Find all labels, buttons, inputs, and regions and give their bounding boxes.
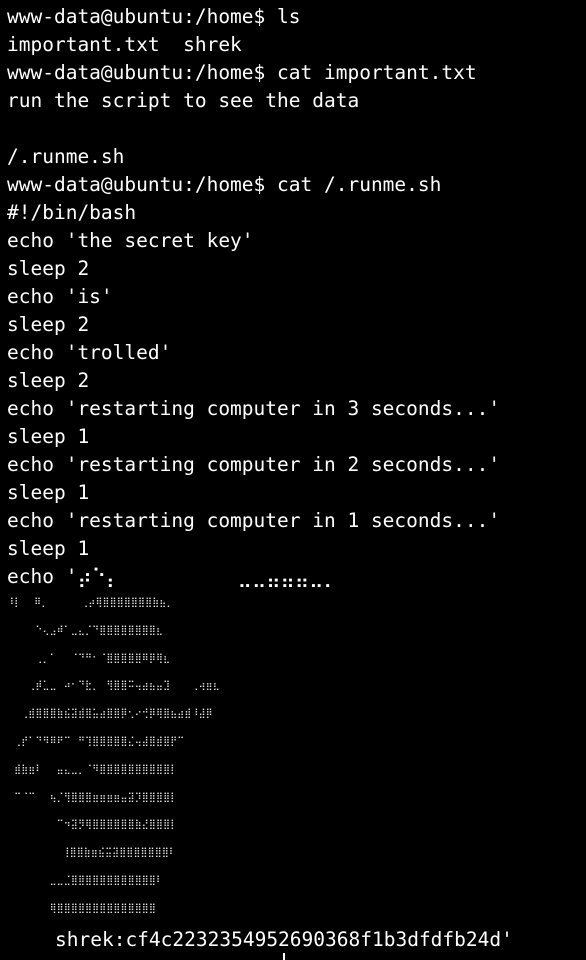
text-cursor (283, 953, 285, 960)
art-line: ⠀⠀⠀⠀⠑⢄⣠⠾⠁⣀⣄⡈⠙⣿⣿⣿⣿⣿⣿⣿⣿⣆ (7, 624, 164, 636)
script-line: echo 'is' (7, 285, 113, 308)
output-line: important.txt shrek (7, 33, 242, 56)
script-line: sleep 1 (7, 425, 90, 448)
art-line: ⠀⠀⠀⢀⡾⣁⣀⠀⠴⠂⠙⣗⡀⠀⢻⣿⣿⠭⢤⣴⣦⣤⣹⠀⠀⠀⢀⢴⣶⣆ (7, 680, 220, 692)
script-line: echo 'restarting computer in 2 seconds..… (7, 453, 501, 476)
script-line: echo 'restarting computer in 1 seconds..… (7, 509, 501, 532)
art-line: ⠀⠀⠀⠀⠀⠀⣀⣀⣈⣿⣿⣿⣿⣿⣿⣿⣿⣿⣿⣿⣿⠇ (7, 874, 164, 886)
prompt-line: www-data@ubuntu:/home$ cat important.txt (7, 61, 477, 84)
secret-key-line: shrek:cf4c2232354952690368f1b3dfdfb24d' (55, 928, 513, 951)
terminal-window[interactable]: www-data@ubuntu:/home$ ls important.txt … (0, 0, 586, 960)
art-line: ⠀⠀⠀⠀⠀⠀⠀⠉⠲⣽⡻⢿⣿⣿⣿⣿⣿⣿⣷⣜⣿⣿⣿⡇ (7, 819, 178, 831)
script-line: sleep 1 (7, 537, 90, 560)
prompt-line: www-data@ubuntu:/home$ ls (7, 5, 301, 28)
art-line: ⠀⠀⠀⠀⠀⠀⢿⣿⣿⣿⣿⣿⣿⣿⣿⣿⣿⣿⣿⣿⣿ (7, 902, 157, 914)
script-echo-art-line: echo '⡴⠑⡄ ⣀⣀⣤⣤⣤⣀⡀ (7, 565, 338, 588)
shrek-ascii-art: ⠸⡇ ⠀⠿⡀ ⠀ ⠀⠀⢀⡴⢿⣿⣿⣿⣿⣿⣿⣿⣷⣦⡀ ⠀⠀⠀⠀⠑⢄⣠⠾⠁⣀⣄⡈⠙⣿⣿… (7, 589, 586, 944)
script-line: echo 'trolled' (7, 341, 172, 364)
art-line: ⠀⢀⡞⠁⠙⠻⠿⠟⠉⠀⠛⢹⣿⣿⣿⣿⣿⣌⢤⣼⣿⣾⣿⡟⠉ (7, 735, 185, 747)
prompt-line: www-data@ubuntu:/home$ cat /.runme.sh (7, 173, 442, 196)
art-line: ⠀⠉⠈⠉⠀⠀⢦⡈⢻⣿⣿⣿⣶⣶⣶⣶⣤⣽⡹⣿⣿⣿⣿⡇ (7, 791, 178, 803)
script-line: #!/bin/bash (7, 201, 137, 224)
script-line: sleep 2 (7, 369, 90, 392)
art-line: ⠀⠀⠀⠀⢀⡀⠁⠀⠀⠈⠙⠛⠂⠈⣿⣿⣿⣿⣿⠿⡿⢿⣆ (7, 652, 171, 664)
terminal-output: www-data@ubuntu:/home$ ls important.txt … (7, 3, 586, 944)
script-line: echo 'the secret key' (7, 229, 254, 252)
output-line: /.runme.sh (7, 145, 125, 168)
art-line: ⠸⡇ ⠀⠿⡀ ⠀ ⠀⠀⢀⡴⢿⣿⣿⣿⣿⣿⣿⣿⣷⣦⡀ (7, 597, 174, 608)
output-line: run the script to see the data (7, 89, 360, 112)
art-line: ⠀⠀⢀⣾⣿⣿⣿⣷⣮⣽⣾⣿⣥⣴⣿⣿⡿⢂⠔⢚⡿⢿⣿⣦⣴⣾⠸⣼⡿ (7, 708, 213, 720)
script-line: sleep 1 (7, 481, 90, 504)
art-line: ⠀⣾⣷⣶⠇⠀⠀⣤⣄⣀⡀⠈⠻⣿⣿⣿⣿⣿⣿⣿⣿⣿⣿⡇ (7, 763, 178, 775)
script-line: sleep 2 (7, 313, 90, 336)
script-line: sleep 2 (7, 257, 90, 280)
script-line: echo 'restarting computer in 3 seconds..… (7, 397, 501, 420)
art-line: ⠀⠀ ⠀⠀⠀⠀⠀⢸⣿⣿⣷⣶⣮⣭⣽⣿⣿⣿⣿⣿⣿⣿⠇ (7, 847, 177, 859)
